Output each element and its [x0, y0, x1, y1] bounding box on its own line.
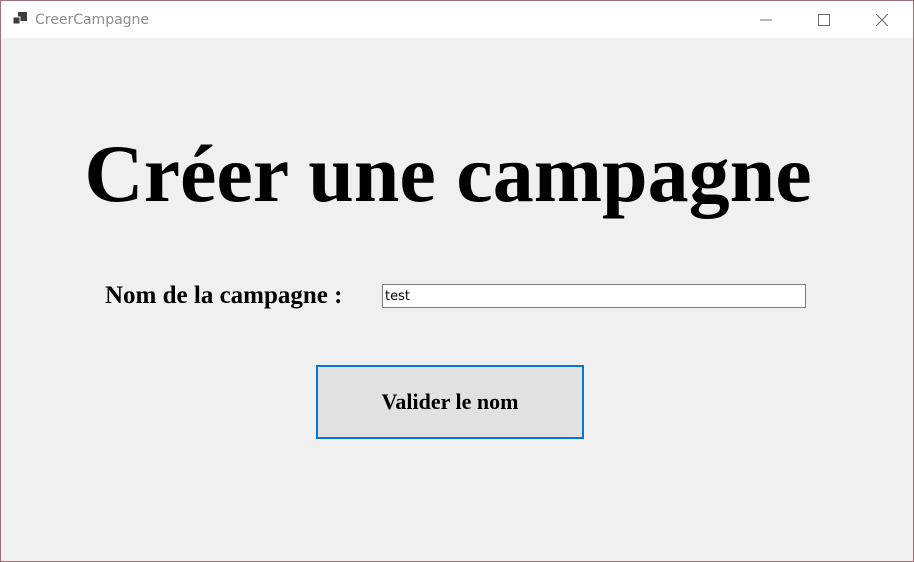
title-bar[interactable]: CreerCampagne — [1, 1, 913, 38]
creer-campagne-window: CreerCampagne Créer une campagne Nom de … — [0, 0, 914, 562]
minimize-icon — [760, 19, 772, 20]
page-title: Créer une campagne — [84, 128, 812, 219]
maximize-button[interactable] — [801, 1, 847, 38]
close-icon — [876, 13, 888, 26]
maximize-icon — [818, 13, 830, 26]
close-button[interactable] — [859, 1, 905, 38]
app-window-icon — [13, 12, 27, 25]
minimize-button[interactable] — [743, 1, 789, 38]
campaign-name-input[interactable] — [382, 284, 806, 308]
validate-name-button[interactable]: Valider le nom — [316, 365, 584, 439]
campaign-name-label: Nom de la campagne : — [105, 282, 343, 309]
window-title: CreerCampagne — [35, 12, 150, 28]
